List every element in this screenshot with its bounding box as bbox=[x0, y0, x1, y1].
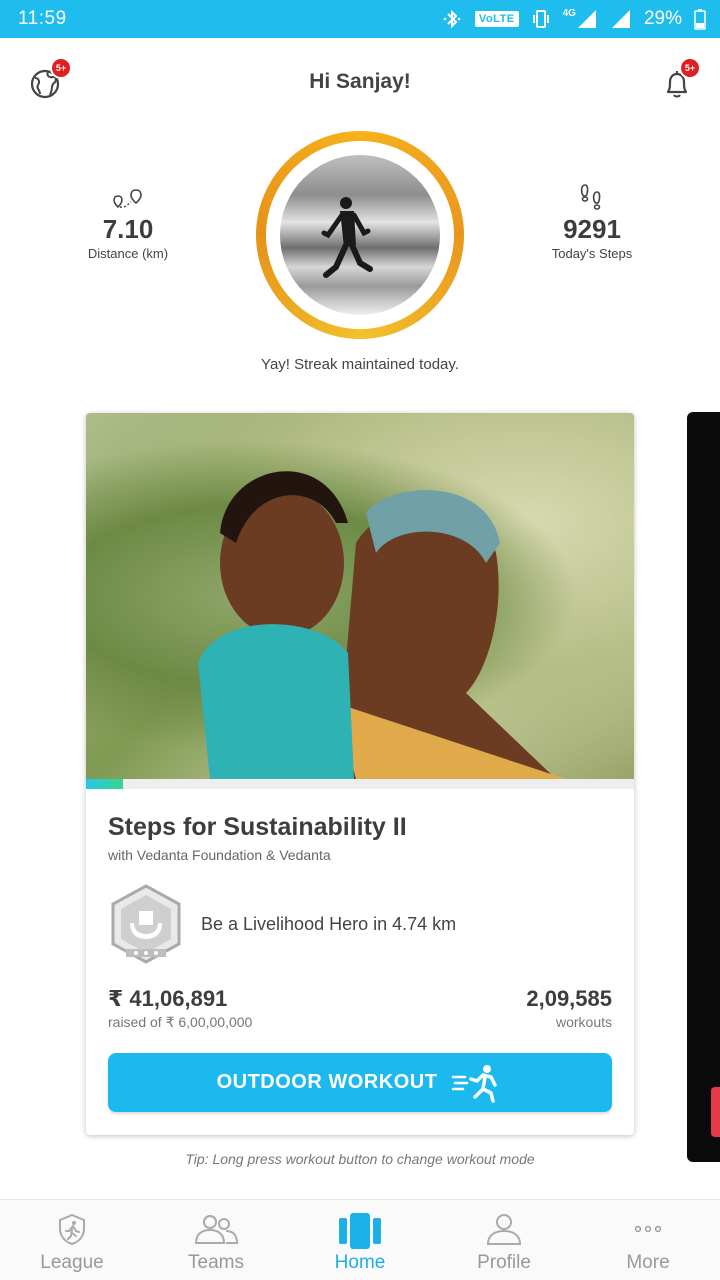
status-icons: VoLTE 4G 29% bbox=[441, 7, 706, 31]
status-time: 11:59 bbox=[18, 8, 67, 29]
distance-label: Distance (km) bbox=[87, 246, 169, 261]
bell-notification-badge: 5+ bbox=[679, 57, 701, 79]
steps-value: 9291 bbox=[563, 214, 621, 244]
nav-home[interactable]: Home bbox=[288, 1200, 432, 1280]
nav-league-label: League bbox=[40, 1252, 104, 1273]
network-indicator: 4G bbox=[563, 8, 598, 30]
cause-progress-bar bbox=[86, 779, 634, 789]
nav-profile[interactable]: Profile bbox=[432, 1200, 576, 1280]
signal-icon bbox=[611, 10, 630, 28]
hero-message: Be a Livelihood Hero in 4.74 km bbox=[201, 914, 457, 934]
runner-silhouette bbox=[321, 197, 373, 278]
nav-teams[interactable]: Teams bbox=[144, 1200, 288, 1280]
status-bar: 11:59 VoLTE 4G 29% bbox=[0, 0, 720, 38]
volte-badge: VoLTE bbox=[474, 11, 519, 27]
cause-subtitle: with Vedanta Foundation & Vedanta bbox=[108, 847, 331, 863]
battery-percent: 29% bbox=[643, 8, 682, 29]
workouts-label: workouts bbox=[555, 1014, 612, 1030]
user-icon bbox=[486, 1214, 522, 1245]
nav-league[interactable]: League bbox=[0, 1200, 144, 1280]
bottom-navigation: League Teams Home Profile More bbox=[0, 1199, 720, 1280]
streak-message: Yay! Streak maintained today. bbox=[261, 356, 459, 373]
outdoor-workout-label: OUTDOOR WORKOUT bbox=[216, 1071, 438, 1093]
nav-profile-label: Profile bbox=[477, 1252, 531, 1273]
distance-stat: 7.10 Distance (km) bbox=[48, 188, 208, 261]
nav-more-label: More bbox=[626, 1252, 670, 1273]
next-card-accent bbox=[711, 1087, 720, 1137]
nav-more[interactable]: More bbox=[576, 1200, 720, 1280]
outdoor-workout-button[interactable]: OUTDOOR WORKOUT bbox=[108, 1053, 612, 1112]
team-users-icon bbox=[194, 1215, 239, 1244]
cause-card[interactable]: Steps for Sustainability II with Vedanta… bbox=[86, 413, 634, 1135]
steps-label: Today's Steps bbox=[551, 246, 633, 261]
amount-target: raised of ₹ 6,00,00,000 bbox=[108, 1014, 253, 1030]
steps-stat: 9291 Today's Steps bbox=[512, 182, 672, 261]
cause-image bbox=[86, 413, 634, 779]
amount-raised: ₹ 41,06,891 bbox=[108, 986, 228, 1011]
route-pin-icon bbox=[113, 189, 142, 209]
running-person-icon bbox=[452, 1064, 498, 1103]
footsteps-icon bbox=[580, 184, 601, 210]
cause-progress-fill bbox=[86, 779, 124, 789]
more-dots-icon bbox=[634, 1225, 662, 1233]
network-type: 4G bbox=[562, 7, 576, 19]
app-header: 5+ Hi Sanjay! 5+ bbox=[0, 38, 720, 130]
livelihood-hero-badge-icon bbox=[111, 884, 181, 964]
home-cards-icon bbox=[339, 1213, 381, 1249]
streak-ring[interactable] bbox=[256, 131, 464, 339]
shield-runner-icon bbox=[59, 1213, 85, 1246]
greeting-title: Hi Sanjay! bbox=[309, 70, 411, 93]
signal-icon bbox=[577, 10, 596, 28]
cause-title: Steps for Sustainability II bbox=[108, 813, 407, 841]
cause-photo-people bbox=[198, 471, 566, 779]
vibrate-icon bbox=[532, 10, 549, 28]
workout-tip: Tip: Long press workout button to change… bbox=[185, 1151, 535, 1167]
nav-teams-label: Teams bbox=[188, 1252, 244, 1273]
battery-icon bbox=[694, 9, 706, 30]
workouts-count: 2,09,585 bbox=[526, 986, 612, 1011]
runner-photo bbox=[280, 155, 440, 315]
nav-home-label: Home bbox=[334, 1252, 386, 1273]
next-cause-card-peek[interactable] bbox=[687, 412, 720, 1162]
distance-value: 7.10 bbox=[102, 214, 154, 244]
bluetooth-icon bbox=[443, 9, 461, 29]
